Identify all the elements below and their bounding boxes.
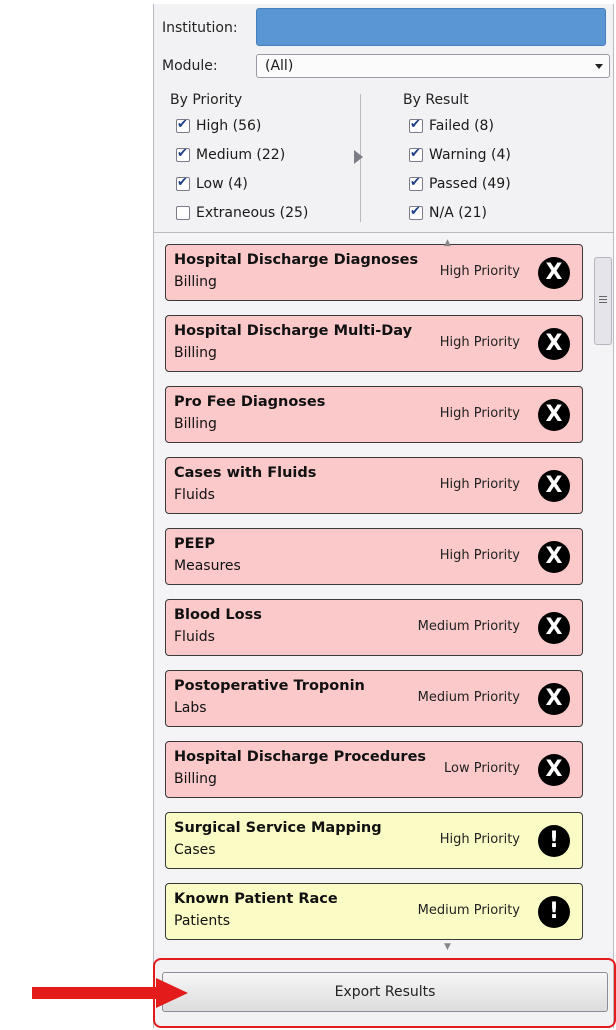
result-priority: Medium Priority bbox=[417, 690, 520, 705]
result-title: Postoperative Troponin bbox=[174, 678, 365, 694]
checkbox-checked-icon bbox=[176, 117, 190, 133]
result-passed-checkbox[interactable]: Passed (49) bbox=[409, 174, 511, 194]
priority-extraneous-checkbox[interactable]: Extraneous (25) bbox=[176, 203, 308, 223]
result-module: Fluids bbox=[174, 629, 215, 645]
results-panel: Institution: Module: (All) By Priority B… bbox=[153, 4, 614, 1028]
result-title: Pro Fee Diagnoses bbox=[174, 394, 326, 410]
results-list[interactable]: Hospital Discharge Diagnoses Billing Hig… bbox=[154, 232, 613, 953]
scroll-down-icon[interactable]: ▼ bbox=[444, 942, 451, 952]
result-title: Known Patient Race bbox=[174, 891, 338, 907]
checkbox-label: Low (4) bbox=[196, 176, 248, 192]
checkbox-label: High (56) bbox=[196, 118, 262, 134]
by-result-title: By Result bbox=[403, 92, 469, 108]
result-priority: High Priority bbox=[439, 406, 520, 421]
result-module: Billing bbox=[174, 345, 217, 361]
warning-exclamation-icon: ! bbox=[538, 825, 570, 857]
result-card[interactable]: Pro Fee Diagnoses Billing High Priority … bbox=[165, 386, 583, 443]
failed-x-icon: X bbox=[538, 257, 570, 289]
result-priority: High Priority bbox=[439, 477, 520, 492]
failed-x-icon: X bbox=[538, 683, 570, 715]
checkbox-label: Failed (8) bbox=[429, 118, 494, 134]
result-title: Surgical Service Mapping bbox=[174, 820, 382, 836]
by-priority-title: By Priority bbox=[170, 92, 243, 108]
expand-arrow-icon[interactable] bbox=[354, 150, 363, 164]
result-card[interactable]: Hospital Discharge Diagnoses Billing Hig… bbox=[165, 244, 583, 301]
result-title: Hospital Discharge Multi-Day bbox=[174, 323, 413, 339]
scroll-up-icon[interactable]: ▲ bbox=[444, 238, 451, 248]
result-title: PEEP bbox=[174, 536, 216, 552]
result-card[interactable]: Postoperative Troponin Labs Medium Prior… bbox=[165, 670, 583, 727]
module-select[interactable]: (All) bbox=[256, 54, 610, 78]
checkbox-checked-icon bbox=[409, 175, 423, 191]
export-results-button[interactable]: Export Results bbox=[162, 972, 608, 1012]
result-module: Billing bbox=[174, 274, 217, 290]
failed-x-icon: X bbox=[538, 470, 570, 502]
priority-medium-checkbox[interactable]: Medium (22) bbox=[176, 145, 285, 165]
checkbox-label: Warning (4) bbox=[429, 147, 511, 163]
failed-x-icon: X bbox=[538, 612, 570, 644]
result-card[interactable]: PEEP Measures High Priority X bbox=[165, 528, 583, 585]
checkbox-checked-icon bbox=[409, 146, 423, 162]
scrollbar-thumb[interactable] bbox=[594, 257, 612, 345]
result-card[interactable]: Blood Loss Fluids Medium Priority X bbox=[165, 599, 583, 656]
result-priority: Medium Priority bbox=[417, 903, 520, 918]
checkbox-checked-icon bbox=[409, 204, 423, 220]
result-card[interactable]: Cases with Fluids Fluids High Priority X bbox=[165, 457, 583, 514]
result-title: Cases with Fluids bbox=[174, 465, 317, 481]
checkbox-checked-icon bbox=[176, 146, 190, 162]
result-priority: High Priority bbox=[439, 832, 520, 847]
result-title: Blood Loss bbox=[174, 607, 262, 623]
module-label: Module: bbox=[162, 58, 218, 74]
result-module: Patients bbox=[174, 913, 231, 929]
institution-field[interactable] bbox=[256, 8, 606, 46]
result-card[interactable]: Surgical Service Mapping Cases High Prio… bbox=[165, 812, 583, 869]
result-priority: Medium Priority bbox=[417, 619, 520, 634]
priority-high-checkbox[interactable]: High (56) bbox=[176, 116, 261, 136]
result-module: Billing bbox=[174, 771, 217, 787]
checkbox-label: Passed (49) bbox=[429, 176, 511, 192]
module-select-value: (All) bbox=[265, 58, 294, 74]
result-title: Hospital Discharge Procedures bbox=[174, 749, 427, 765]
failed-x-icon: X bbox=[538, 328, 570, 360]
institution-label: Institution: bbox=[162, 20, 238, 36]
result-module: Cases bbox=[174, 842, 216, 858]
checkbox-label: Extraneous (25) bbox=[196, 205, 309, 221]
checkbox-label: Medium (22) bbox=[196, 147, 286, 163]
checkbox-unchecked-icon bbox=[176, 206, 190, 220]
result-module: Measures bbox=[174, 558, 241, 574]
result-failed-checkbox[interactable]: Failed (8) bbox=[409, 116, 494, 136]
result-card[interactable]: Hospital Discharge Procedures Billing Lo… bbox=[165, 741, 583, 798]
grip-icon bbox=[599, 296, 607, 304]
priority-low-checkbox[interactable]: Low (4) bbox=[176, 174, 248, 194]
result-card[interactable]: Known Patient Race Patients Medium Prior… bbox=[165, 883, 583, 940]
result-na-checkbox[interactable]: N/A (21) bbox=[409, 203, 487, 223]
result-card[interactable]: Hospital Discharge Multi-Day Billing Hig… bbox=[165, 315, 583, 372]
checkbox-checked-icon bbox=[409, 117, 423, 133]
checkbox-checked-icon bbox=[176, 175, 190, 191]
result-title: Hospital Discharge Diagnoses bbox=[174, 252, 419, 268]
result-priority: High Priority bbox=[439, 264, 520, 279]
failed-x-icon: X bbox=[538, 754, 570, 786]
chevron-down-icon bbox=[595, 64, 603, 69]
result-priority: High Priority bbox=[439, 548, 520, 563]
result-priority: High Priority bbox=[439, 335, 520, 350]
failed-x-icon: X bbox=[538, 399, 570, 431]
red-arrow-icon bbox=[32, 978, 188, 1008]
checkbox-label: N/A (21) bbox=[429, 205, 487, 221]
result-module: Labs bbox=[174, 700, 207, 716]
failed-x-icon: X bbox=[538, 541, 570, 573]
result-priority: Low Priority bbox=[443, 761, 520, 776]
result-module: Fluids bbox=[174, 487, 215, 503]
warning-exclamation-icon: ! bbox=[538, 896, 570, 928]
result-warning-checkbox[interactable]: Warning (4) bbox=[409, 145, 511, 165]
result-module: Billing bbox=[174, 416, 217, 432]
